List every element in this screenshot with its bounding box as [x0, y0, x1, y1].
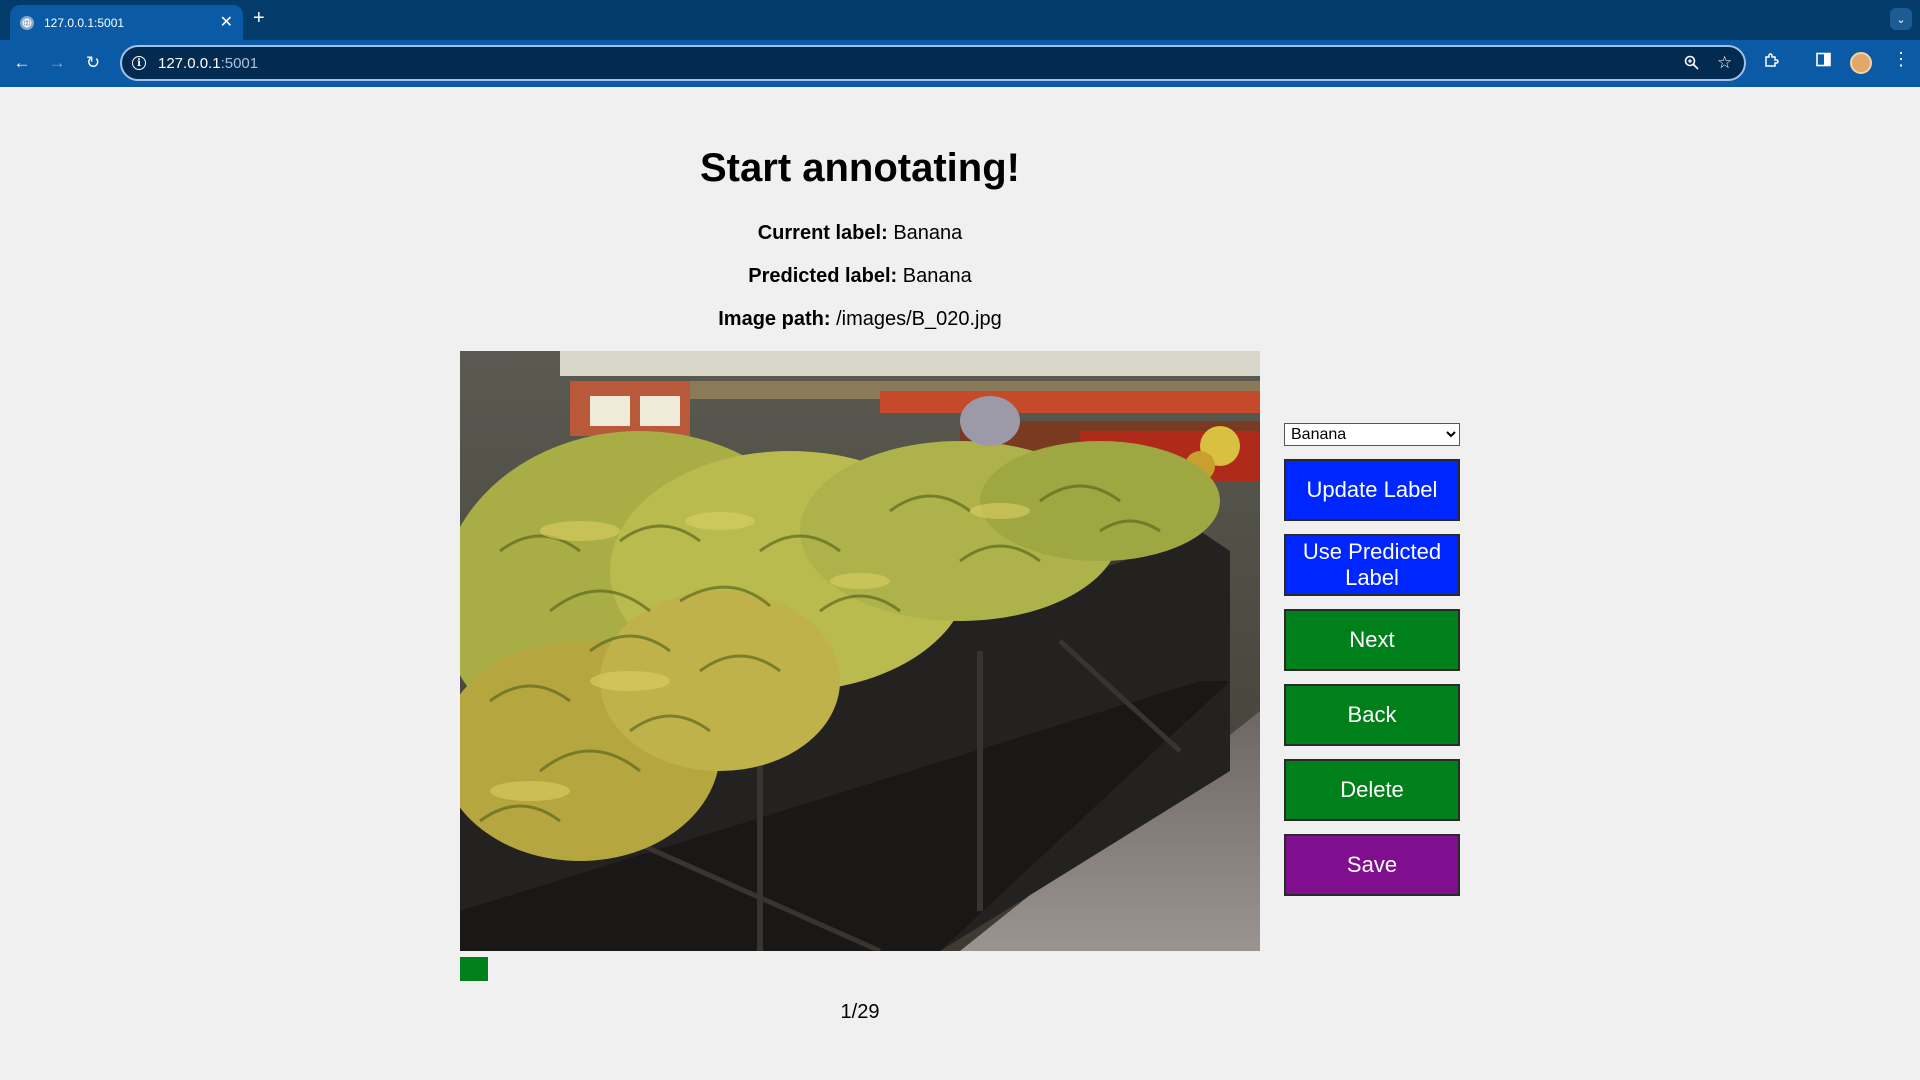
star-icon[interactable]: ☆: [1717, 53, 1732, 73]
tab-strip: 127.0.0.1:5001 ✕ + ⌄: [0, 0, 1920, 40]
page-title: Start annotating!: [700, 146, 1020, 190]
next-button[interactable]: Next: [1284, 609, 1460, 671]
current-label-key: Current label:: [757, 222, 888, 244]
use-predicted-label-button[interactable]: Use Predicted Label: [1284, 534, 1460, 596]
profile-avatar[interactable]: [1850, 52, 1872, 74]
globe-icon: [20, 15, 34, 30]
plus-icon[interactable]: +: [253, 7, 265, 30]
side-panel-icon[interactable]: [1816, 52, 1831, 72]
predicted-label-value: Banana: [902, 265, 972, 287]
forward-arrow-icon[interactable]: →: [44, 50, 70, 76]
image-path-key: Image path:: [718, 308, 831, 330]
close-icon[interactable]: ✕: [220, 14, 233, 31]
url-port: :5001: [220, 54, 259, 72]
predicted-label-line: Predicted label: Banana: [0, 265, 1720, 288]
image-path-value: /images/B_020.jpg: [836, 308, 1002, 330]
address-bar[interactable]: i 127.0.0.1:5001 ☆: [120, 45, 1746, 81]
url-text: 127.0.0.1:5001: [158, 55, 258, 72]
info-icon[interactable]: i: [132, 56, 146, 70]
back-button[interactable]: Back: [1284, 684, 1460, 746]
status-indicator: [460, 957, 488, 981]
image-path-line: Image path: /images/B_020.jpg: [0, 308, 1720, 331]
back-arrow-icon[interactable]: ←: [9, 50, 35, 76]
extensions-icon[interactable]: [1763, 52, 1780, 74]
save-button[interactable]: Save: [1284, 834, 1460, 896]
current-label-line: Current label: Banana: [0, 222, 1720, 245]
delete-button[interactable]: Delete: [1284, 759, 1460, 821]
update-label-button[interactable]: Update Label: [1284, 459, 1460, 521]
reload-icon[interactable]: ↻: [80, 50, 106, 76]
url-host: 127.0.0.1: [158, 54, 221, 72]
browser-tab[interactable]: 127.0.0.1:5001 ✕: [10, 5, 243, 40]
current-label-value: Banana: [893, 222, 963, 244]
tab-search-icon[interactable]: ⌄: [1890, 8, 1912, 30]
zoom-icon[interactable]: [1684, 55, 1699, 74]
image-counter: 1/29: [840, 1001, 880, 1023]
tab-title: 127.0.0.1:5001: [44, 15, 125, 30]
label-select[interactable]: Banana: [1284, 423, 1460, 446]
predicted-label-key: Predicted label:: [748, 265, 898, 287]
menu-dots-icon[interactable]: ⋮: [1892, 49, 1910, 70]
annotation-image: [460, 351, 1260, 951]
browser-toolbar: ← → ↻ i 127.0.0.1:5001 ☆ ⋮: [0, 40, 1920, 87]
